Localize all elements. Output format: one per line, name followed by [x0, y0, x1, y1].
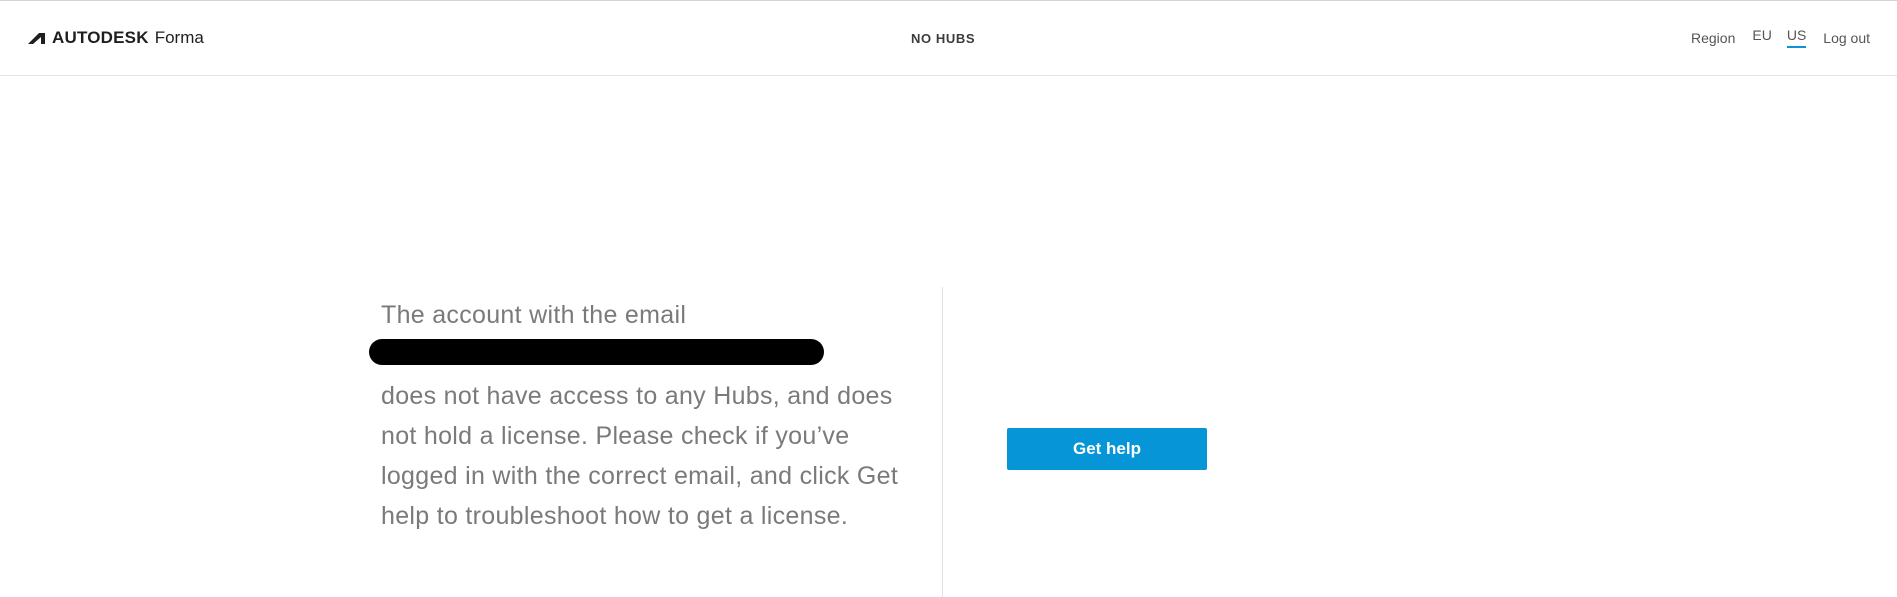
brand-logo-link[interactable]: AUTODESK Forma	[27, 28, 204, 48]
logout-link[interactable]: Log out	[1823, 30, 1870, 46]
top-header: AUTODESK Forma NO HUBS Region EU US Log …	[0, 1, 1897, 76]
brand-name: AUTODESK	[52, 28, 149, 47]
autodesk-logo-icon	[28, 33, 45, 44]
hub-title: NO HUBS	[911, 31, 976, 46]
app-window: AUTODESK Forma NO HUBS Region EU US Log …	[0, 0, 1897, 597]
region-label: Region	[1691, 29, 1736, 46]
message-body: does not have access to any Hubs, and do…	[381, 382, 899, 530]
get-help-button[interactable]: Get help	[1007, 428, 1207, 470]
region-switcher: EU US	[1752, 27, 1807, 48]
header-actions: Region EU US Log out	[1691, 27, 1870, 48]
product-name: Forma	[154, 28, 204, 47]
region-option-eu[interactable]: EU	[1752, 27, 1771, 48]
no-access-message: The account with the email does not have…	[369, 295, 901, 536]
vertical-divider	[942, 287, 943, 597]
redacted-email	[369, 339, 824, 365]
region-option-us[interactable]: US	[1786, 27, 1807, 48]
message-intro: The account with the email	[381, 301, 687, 329]
